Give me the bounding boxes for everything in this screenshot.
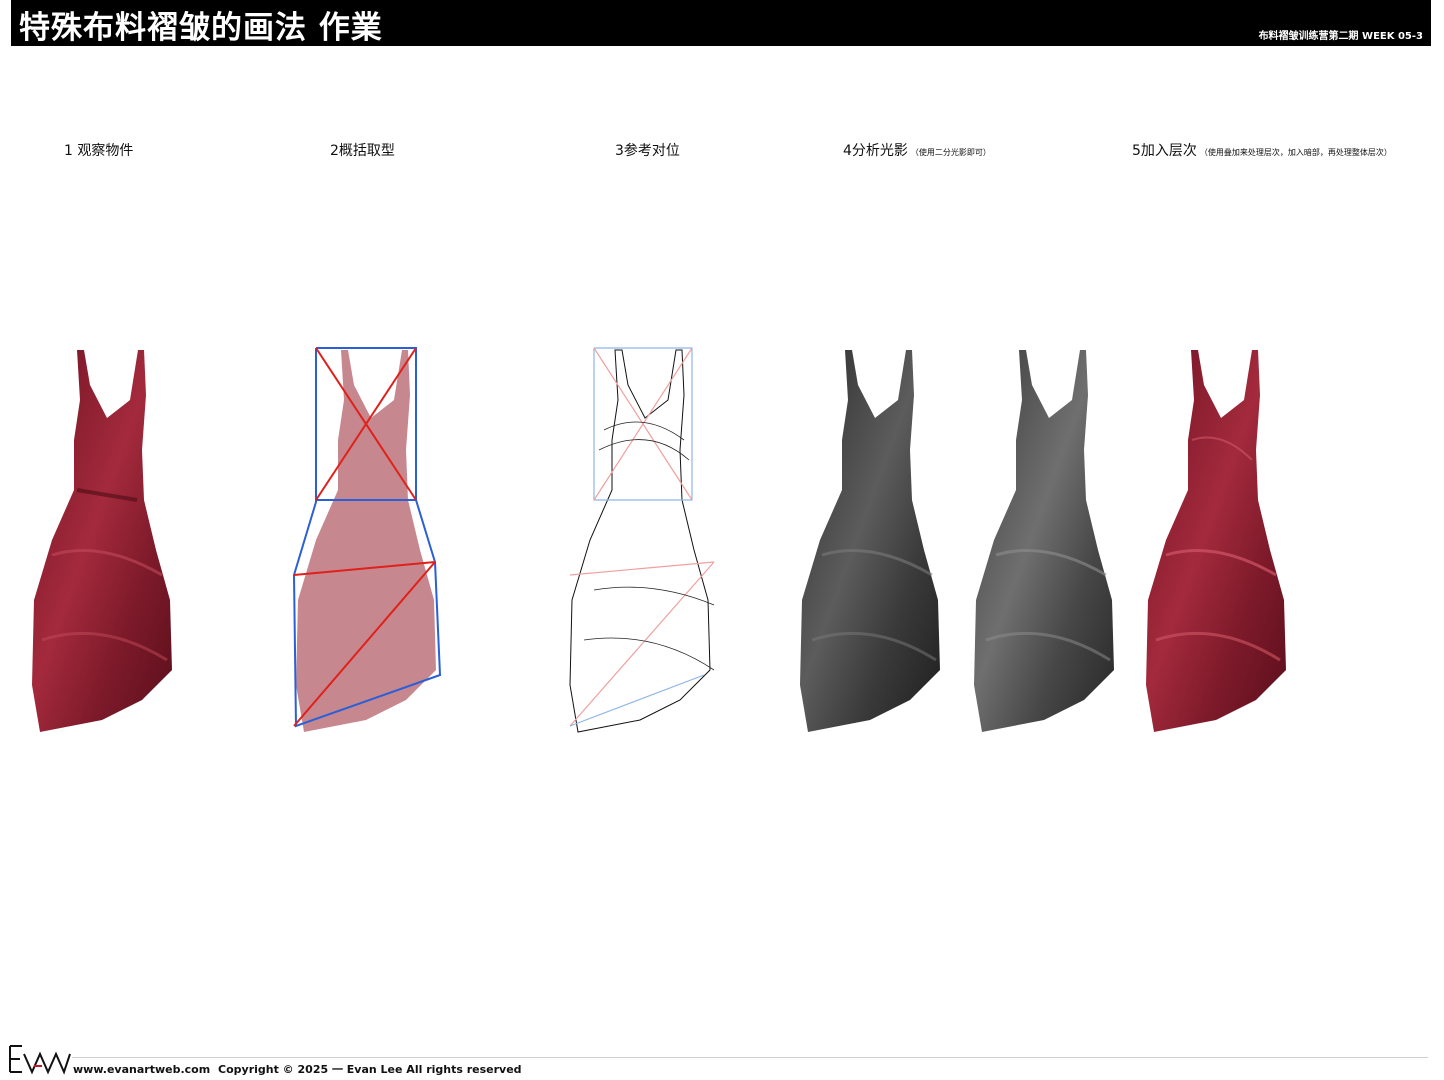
step-2-title: 2概括取型 [330, 143, 395, 159]
footer-copyright-text: Copyright © 2025 一 Evan Lee All rights r… [218, 1063, 522, 1076]
course-subtitle: 布料褶皱训练营第二期 WEEK 05-3 [1258, 31, 1423, 42]
dress-final-render-image [1146, 350, 1286, 732]
footer-divider [72, 1057, 1428, 1058]
dress-lineart-image [569, 347, 715, 733]
page-title: 特殊布料褶皱的画法 作業 [19, 10, 383, 46]
footer-copyright: www.evanartweb.com Copyright © 2025 一 Ev… [73, 1061, 522, 1077]
step-5-note: （使用叠加来处理层次，加入暗部，再处理整体层次） [1199, 148, 1392, 157]
step-1-title: 1 观察物件 [64, 143, 134, 159]
evw-logo [9, 1045, 71, 1075]
step-1-label: 1 观察物件 [64, 140, 133, 160]
step-4-title: 4分析光影 [843, 143, 908, 159]
dress-lightshadow-image [800, 350, 940, 732]
step-4-note: （使用二分光影即可） [910, 148, 991, 157]
dress-layered-gray-image [974, 350, 1114, 732]
step-5-title: 5加入层次 [1132, 143, 1197, 159]
step-2-label: 2概括取型 [330, 140, 395, 160]
step-3-title: 3参考对位 [615, 143, 680, 159]
dress-shape-guide-image [292, 347, 442, 732]
step-5-label: 5加入层次 （使用叠加来处理层次，加入暗部，再处理整体层次） [1132, 140, 1392, 160]
dress-observation-image [32, 350, 172, 732]
step-3-label: 3参考对位 [615, 140, 680, 160]
header-bar: 特殊布料褶皱的画法 作業 布料褶皱训练营第二期 WEEK 05-3 [11, 0, 1431, 46]
step-4-label: 4分析光影 （使用二分光影即可） [843, 140, 991, 160]
footer-website-link[interactable]: www.evanartweb.com [73, 1063, 210, 1076]
